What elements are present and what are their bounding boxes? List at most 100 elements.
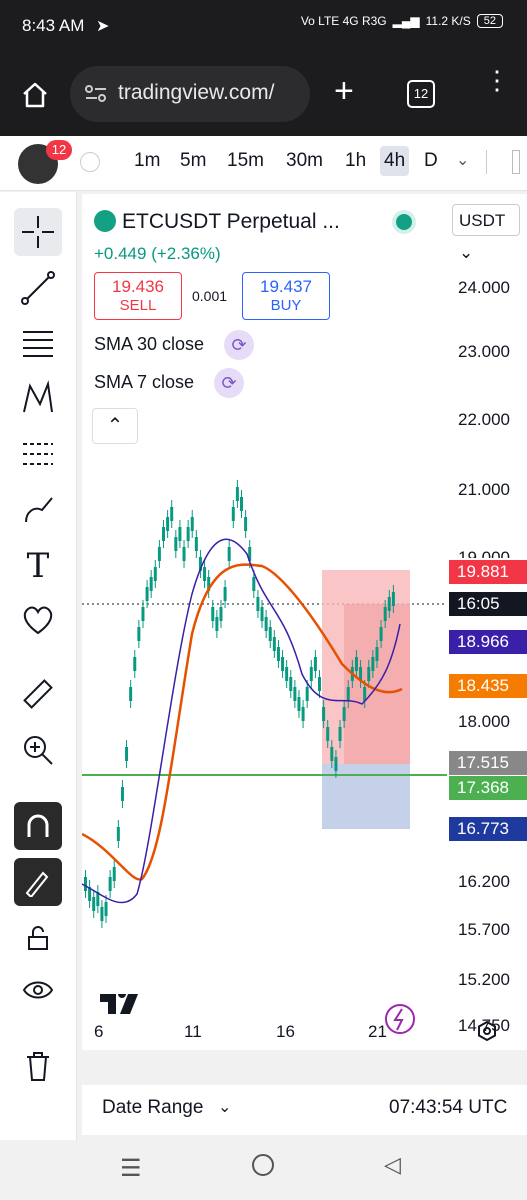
site-settings-icon[interactable] (84, 84, 108, 104)
measure-tool[interactable] (14, 670, 62, 718)
pattern-tool[interactable] (14, 374, 62, 422)
text-tool-icon[interactable]: T (14, 542, 62, 590)
refresh-icon[interactable]: ⟳ (224, 330, 254, 360)
icon-tool[interactable] (14, 596, 62, 644)
candle-body (301, 707, 305, 721)
interval-1m[interactable]: 1m (134, 150, 160, 172)
candle-body (211, 607, 215, 621)
interval-15m[interactable]: 15m (227, 150, 264, 172)
telegram-icon: ➤ (96, 18, 110, 35)
price-tick: 16.200 (458, 872, 510, 891)
home-icon[interactable] (20, 80, 50, 110)
candle-body (309, 667, 313, 681)
candle-body (240, 497, 243, 511)
price-label-stop: 19.881 (449, 560, 527, 584)
candle-body (166, 517, 170, 531)
candle-body (162, 527, 165, 541)
status-bar: 8:43 AM ➤ Vo LTE 4G R3G ▂▄▆ 11.2 K/S 52 (0, 0, 527, 56)
position-zone (344, 604, 410, 764)
date-range-button[interactable]: Date Range (102, 1097, 203, 1119)
recent-apps-icon[interactable]: ☰ (120, 1154, 142, 1183)
pattern-icon (23, 380, 53, 413)
price-label-sma7: 18.966 (449, 630, 527, 654)
currency-select[interactable]: USDT ⌄ (452, 204, 520, 262)
home-nav-icon[interactable] (252, 1154, 274, 1176)
candle-body (256, 597, 260, 611)
candle-body (92, 897, 96, 911)
candle-body (375, 647, 379, 661)
price-label-support: 17.368 (449, 776, 527, 800)
price-label-target: 16.773 (449, 817, 527, 841)
interval-4h[interactable]: 4h (380, 146, 410, 176)
candle-body (297, 697, 301, 711)
magnet-tool[interactable] (14, 802, 62, 850)
interval-1h[interactable]: 1h (345, 150, 366, 172)
price-tick: 21.000 (458, 480, 510, 499)
candle-body (264, 617, 268, 631)
candle-body (268, 627, 272, 641)
candle-body (289, 677, 293, 691)
chart-panel[interactable]: ETCUSDT Perpetual ... USDT ⌄ +0.449 (+2.… (82, 194, 527, 1050)
crosshair-tool[interactable] (14, 208, 62, 256)
candle-body (170, 507, 174, 521)
sell-button[interactable]: 19.436 SELL (94, 272, 182, 320)
settings-icon[interactable] (476, 1020, 498, 1042)
price-tick: 24.000 (458, 278, 510, 297)
browser-bar: tradingview.com/ + 12 ⋮ (0, 56, 527, 136)
tab-switcher-button[interactable]: 12 (407, 80, 435, 108)
interval-d[interactable]: D (424, 150, 438, 172)
more-menu-icon[interactable]: ⋮ (484, 67, 510, 93)
candle-body (379, 627, 383, 641)
lock-drawing-tool[interactable] (14, 858, 62, 906)
fib-tool[interactable] (14, 318, 62, 366)
coin-icon (94, 210, 116, 232)
indicator-sma7[interactable]: SMA 7 close (94, 372, 194, 393)
candle-body (133, 657, 137, 671)
trend-line-tool[interactable] (14, 264, 62, 312)
add-symbol-icon[interactable] (80, 152, 100, 172)
delete-tool[interactable] (14, 1042, 62, 1090)
chevron-down-icon: ⌄ (459, 243, 474, 262)
candle-body (281, 657, 285, 671)
collapse-legend-button[interactable]: ⌃ (92, 408, 138, 444)
brush-icon (25, 497, 53, 523)
brush-tool[interactable] (14, 486, 62, 534)
back-icon[interactable]: ◁ (384, 1152, 401, 1178)
interval-5m[interactable]: 5m (180, 150, 206, 172)
price-tick: 22.000 (458, 410, 510, 429)
candle-body (276, 647, 280, 661)
candle-type-icon[interactable] (512, 150, 520, 174)
url-bar[interactable]: tradingview.com/ (70, 66, 310, 122)
spread-value: 0.001 (192, 288, 228, 304)
interval-30m[interactable]: 30m (286, 150, 323, 172)
chevron-down-icon[interactable]: ⌄ (456, 150, 469, 170)
indicator-sma30[interactable]: SMA 30 close (94, 334, 204, 355)
trash-icon (27, 1052, 49, 1081)
network-indicator: Vo LTE 4G R3G (300, 14, 387, 28)
buy-button[interactable]: 19.437 BUY (242, 272, 330, 320)
heart-icon (23, 606, 53, 635)
drawing-toolbar: T (0, 192, 77, 1140)
symbol-name[interactable]: ETCUSDT Perpetual ... (122, 210, 340, 234)
candle-body (227, 547, 231, 561)
candle-body (108, 877, 112, 891)
zoom-tool[interactable] (14, 726, 62, 774)
candle-body (149, 577, 153, 591)
candle-body (338, 727, 342, 741)
candle-body (363, 687, 367, 701)
chevron-down-icon[interactable]: ⌄ (218, 1097, 231, 1117)
utc-clock[interactable]: 07:43:54 UTC (389, 1097, 507, 1119)
new-tab-icon[interactable]: + (334, 72, 354, 111)
candle-body (354, 657, 358, 671)
candle-body (322, 707, 326, 721)
unlock-tool[interactable] (14, 914, 62, 962)
refresh-icon[interactable]: ⟳ (214, 368, 244, 398)
visibility-tool[interactable] (14, 966, 62, 1014)
signal-icon: ▂▄▆ (392, 14, 420, 28)
price-label-sma30: 18.435 (449, 674, 527, 698)
price-tick: 18.000 (458, 712, 510, 731)
prediction-tool[interactable] (14, 430, 62, 478)
candle-body (326, 727, 330, 741)
candle-body (178, 527, 182, 541)
candle-body (116, 827, 120, 841)
